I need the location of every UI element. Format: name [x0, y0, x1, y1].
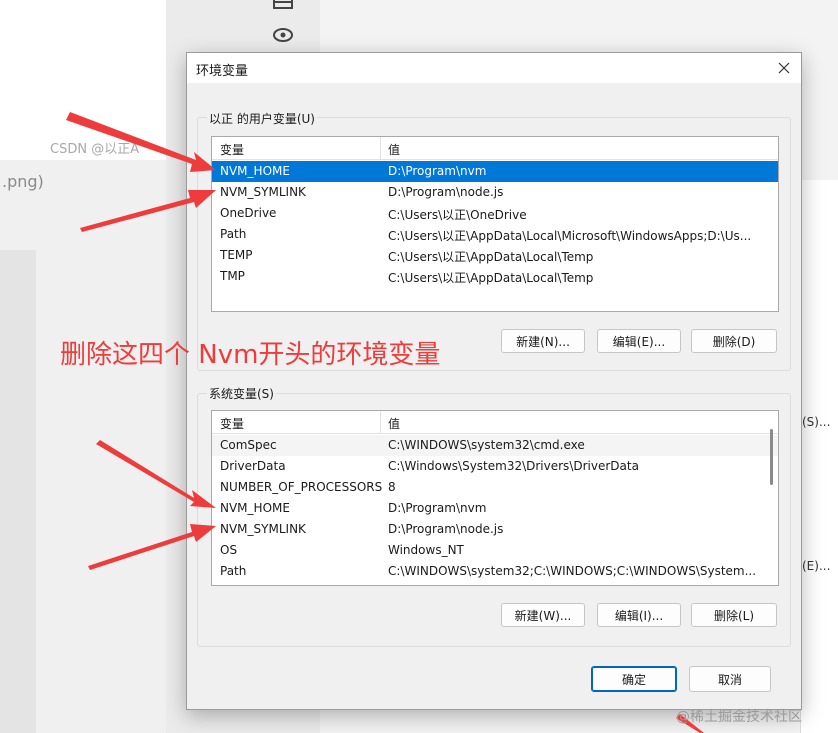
user-row-temp[interactable]: TEMP C:\Users\以正\AppData\Local\Temp — [212, 245, 778, 266]
background-editor-pane — [0, 0, 166, 161]
user-row-value: D:\Program\node.js — [388, 185, 504, 199]
system-row-nvm-symlink[interactable]: NVM_SYMLINK D:\Program\node.js — [212, 519, 778, 540]
user-row-value: C:\Users\以正\AppData\Local\Microsoft\Wind… — [388, 229, 752, 243]
system-row-name: Path — [220, 564, 247, 578]
system-delete-button[interactable]: 删除(L) — [691, 603, 777, 627]
eye-icon[interactable] — [273, 28, 293, 42]
user-row-name: TEMP — [220, 248, 253, 262]
user-row-name: Path — [220, 227, 247, 241]
background-button-s[interactable]: (S)... — [800, 410, 838, 434]
background-strip — [0, 250, 36, 733]
environment-variables-dialog: 环境变量 以正 的用户变量(U) 变量 值 NVM_HOME D:\Progra… — [186, 52, 802, 710]
system-row-name: NVM_SYMLINK — [220, 522, 306, 536]
user-col-separator[interactable] — [380, 137, 381, 159]
user-row-value: C:\Users\以正\AppData\Local\Temp — [388, 250, 594, 264]
user-variables-list[interactable]: 变量 值 NVM_HOME D:\Program\nvm NVM_SYMLINK… — [211, 136, 779, 312]
user-row-name: TMP — [220, 269, 245, 283]
juejin-watermark: @稀土掘金技术社区 — [676, 709, 802, 725]
dialog-titlebar: 环境变量 — [187, 53, 801, 83]
system-col-name-header[interactable]: 变量 — [220, 415, 244, 432]
system-row-value: C:\Windows\System32\Drivers\DriverData — [388, 459, 639, 473]
user-row-path[interactable]: Path C:\Users\以正\AppData\Local\Microsoft… — [212, 224, 778, 245]
close-icon — [778, 62, 790, 74]
user-list-header: 变量 值 — [212, 137, 778, 160]
system-row-os[interactable]: OS Windows_NT — [212, 540, 778, 561]
cancel-button[interactable]: 取消 — [689, 666, 771, 692]
user-row-value: C:\Users\以正\OneDrive — [388, 208, 527, 222]
annotation-instruction: 删除这四个 Nvm开头的环境变量 — [60, 340, 441, 370]
system-new-button[interactable]: 新建(W)... — [501, 603, 585, 627]
system-row-number-of-processors[interactable]: NUMBER_OF_PROCESSORS 8 — [212, 477, 778, 498]
ok-button[interactable]: 确定 — [591, 666, 677, 692]
user-row-value: C:\Users\以正\AppData\Local\Temp — [388, 271, 594, 285]
user-row-tmp[interactable]: TMP C:\Users\以正\AppData\Local\Temp — [212, 266, 778, 287]
user-row-name: NVM_SYMLINK — [220, 185, 306, 199]
user-row-value: D:\Program\nvm — [388, 164, 487, 178]
system-row-value: C:\WINDOWS\system32\cmd.exe — [388, 438, 585, 452]
user-rows: NVM_HOME D:\Program\nvm NVM_SYMLINK D:\P… — [212, 161, 778, 287]
system-variables-label: 系统变量(S) — [207, 385, 276, 402]
user-row-onedrive[interactable]: OneDrive C:\Users\以正\OneDrive — [212, 203, 778, 224]
user-variables-label: 以正 的用户变量(U) — [207, 110, 317, 127]
background-toolbar — [260, 0, 308, 60]
user-edit-button[interactable]: 编辑(E)... — [597, 329, 681, 353]
system-row-name: OS — [220, 543, 238, 557]
system-row-comspec[interactable]: ComSpec C:\WINDOWS\system32\cmd.exe — [212, 435, 778, 456]
user-col-name-header[interactable]: 变量 — [220, 141, 244, 158]
system-row-value: C:\WINDOWS\system32;C:\WINDOWS;C:\WINDOW… — [388, 564, 757, 578]
system-col-value-header[interactable]: 值 — [388, 415, 400, 432]
user-col-value-header[interactable]: 值 — [388, 141, 400, 158]
system-row-value: D:\Program\node.js — [388, 522, 504, 536]
background-right-panel — [800, 180, 838, 733]
system-row-driverdata[interactable]: DriverData C:\Windows\System32\Drivers\D… — [212, 456, 778, 477]
user-row-nvm-symlink[interactable]: NVM_SYMLINK D:\Program\node.js — [212, 182, 778, 203]
user-row-name: OneDrive — [220, 206, 277, 220]
system-rows: ComSpec C:\WINDOWS\system32\cmd.exe Driv… — [212, 435, 778, 582]
csdn-watermark: CSDN @以正A — [50, 142, 140, 157]
system-edit-button[interactable]: 编辑(I)... — [597, 603, 681, 627]
background-button-e[interactable]: (E)... — [800, 554, 838, 578]
system-col-separator[interactable] — [380, 411, 381, 433]
system-row-name: ComSpec — [220, 438, 277, 452]
system-list-scrollbar[interactable] — [770, 429, 773, 485]
system-variables-list[interactable]: 变量 值 ComSpec C:\WINDOWS\system32\cmd.exe… — [211, 410, 779, 586]
system-row-value: 8 — [388, 480, 396, 494]
window-icon[interactable] — [273, 0, 293, 9]
system-row-path[interactable]: Path C:\WINDOWS\system32;C:\WINDOWS;C:\W… — [212, 561, 778, 582]
dialog-title: 环境变量 — [196, 64, 249, 79]
system-row-value: D:\Program\nvm — [388, 501, 487, 515]
system-row-name: DriverData — [220, 459, 286, 473]
background-filename: .png) — [2, 172, 44, 191]
user-row-name: NVM_HOME — [220, 164, 290, 178]
system-row-nvm-home[interactable]: NVM_HOME D:\Program\nvm — [212, 498, 778, 519]
close-button[interactable] — [767, 53, 801, 83]
system-row-name: NUMBER_OF_PROCESSORS — [220, 480, 383, 494]
user-row-nvm-home[interactable]: NVM_HOME D:\Program\nvm — [212, 161, 778, 182]
user-delete-button[interactable]: 删除(D) — [691, 329, 777, 353]
user-new-button[interactable]: 新建(N)... — [501, 329, 585, 353]
system-list-header: 变量 值 — [212, 411, 778, 434]
system-row-value: Windows_NT — [388, 543, 464, 557]
system-row-name: NVM_HOME — [220, 501, 290, 515]
